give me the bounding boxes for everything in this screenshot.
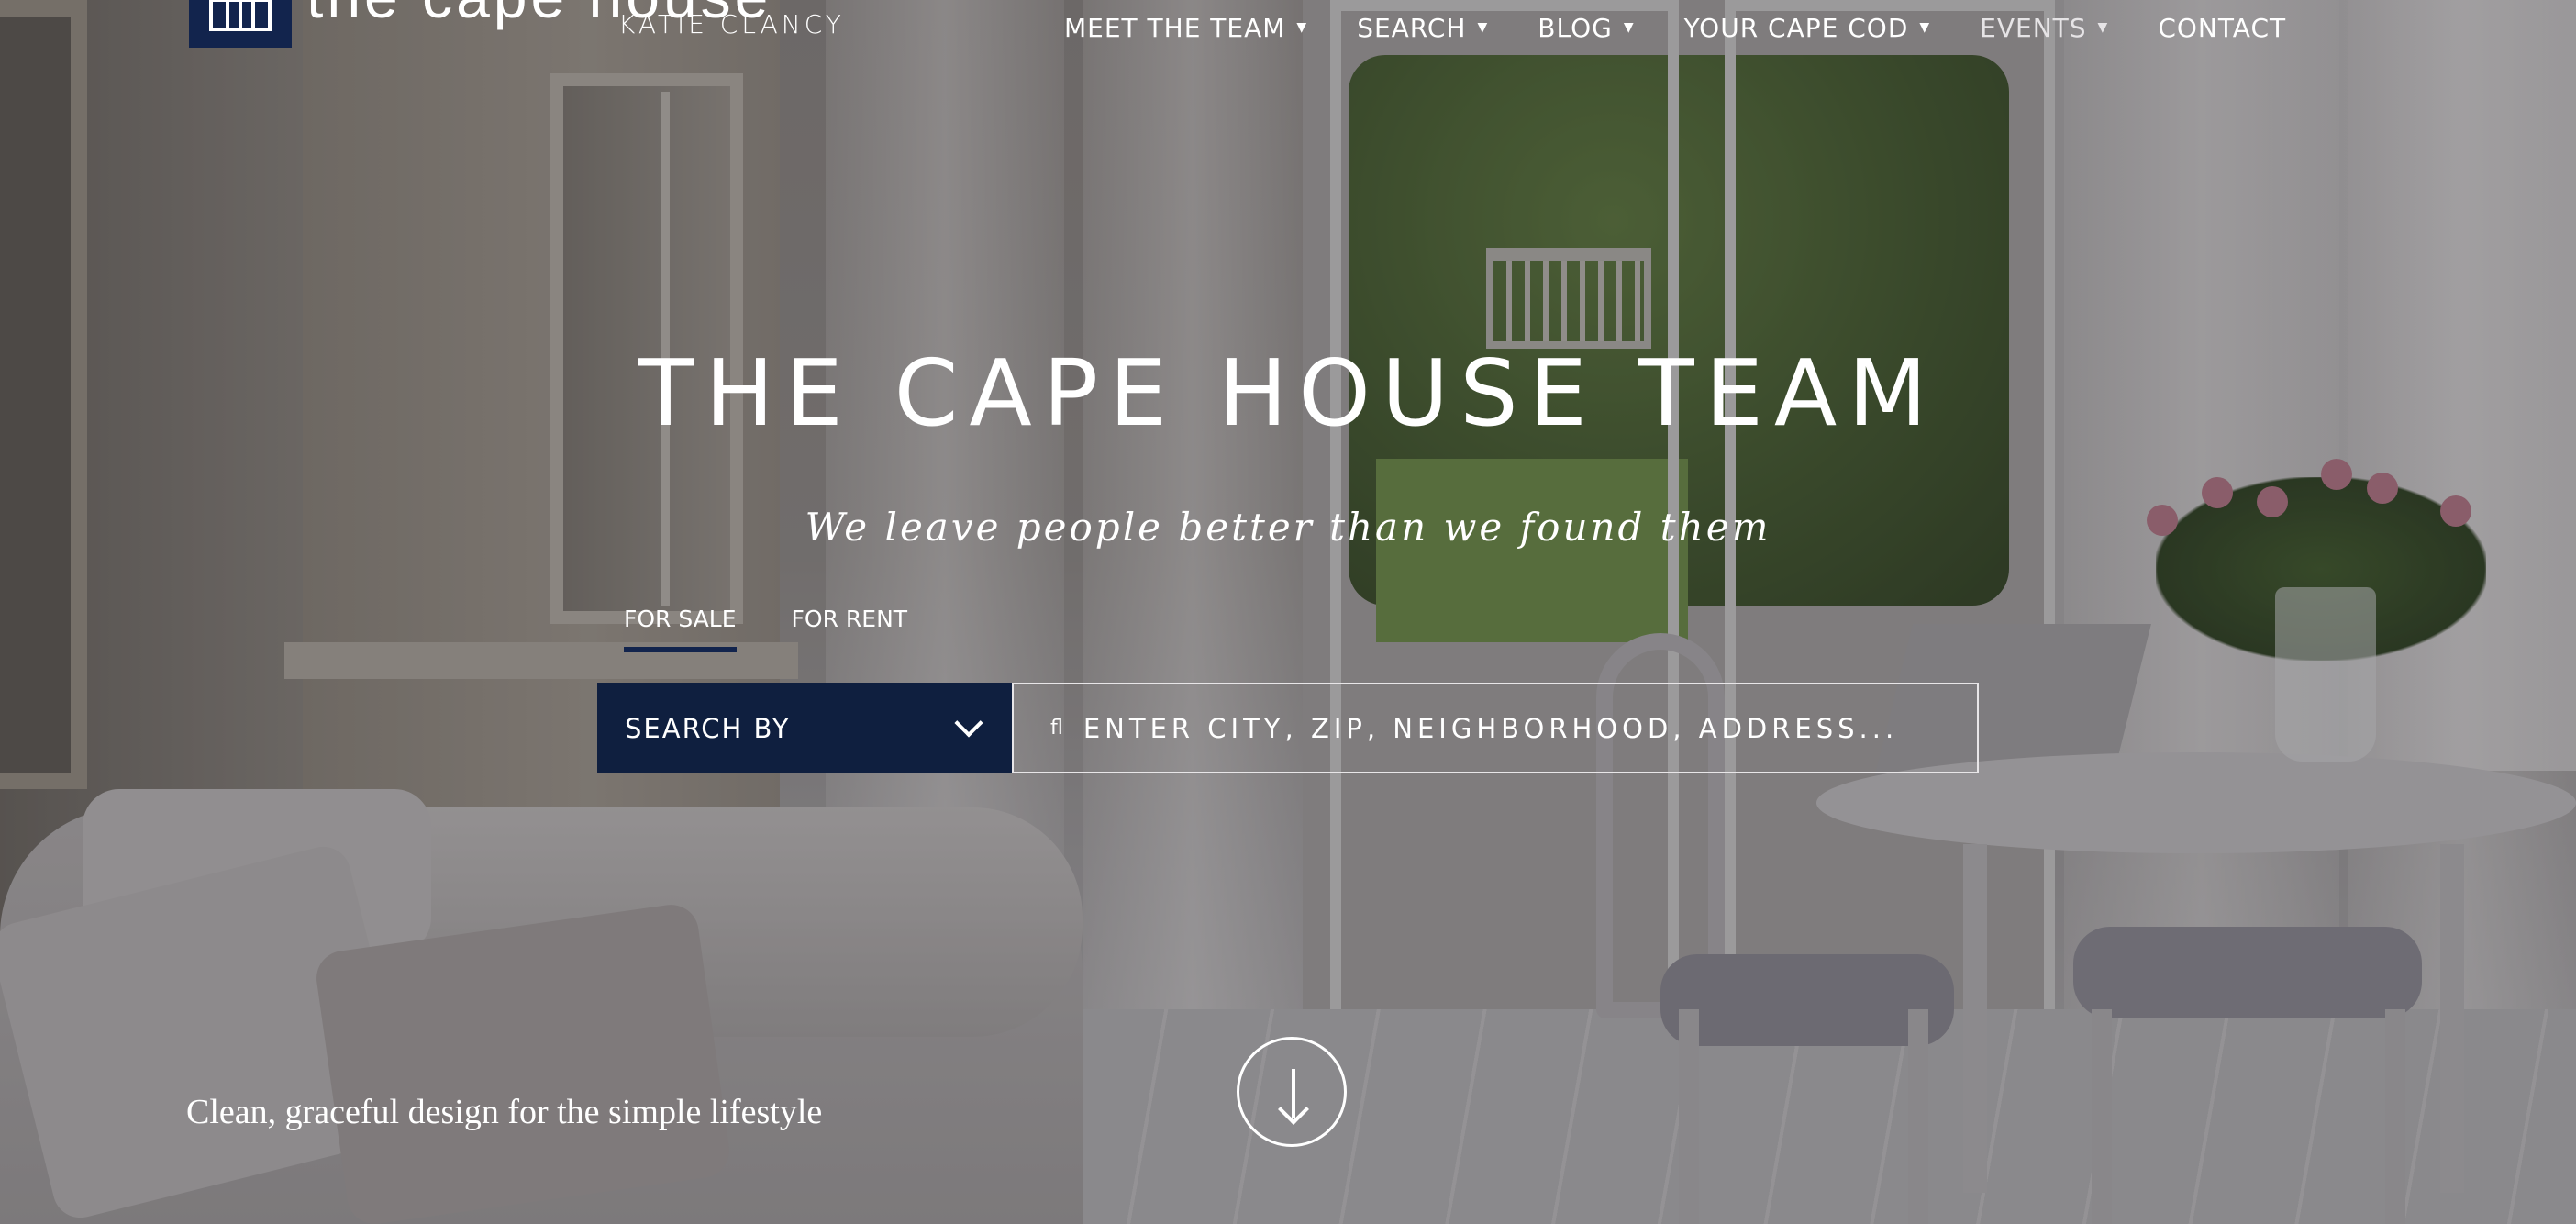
search-icon: ﬂ [1050, 717, 1063, 740]
tab-for-sale[interactable]: FOR SALE [624, 606, 737, 652]
bench-icon [209, 0, 272, 31]
caret-down-icon: ▼ [1477, 20, 1489, 35]
search-field[interactable]: ﬂ [1012, 683, 1979, 773]
nav-item-label: SEARCH [1357, 12, 1467, 43]
search-tabs: FOR SALE FOR RENT [624, 606, 962, 652]
nav-item-events[interactable]: EVENTS ▼ [1980, 13, 2108, 43]
logo-link[interactable] [189, 0, 292, 48]
nav-item-blog[interactable]: BLOG ▼ [1538, 13, 1634, 43]
nav-item-contact[interactable]: CONTACT [2158, 13, 2286, 43]
main-nav: MEET THE TEAM ▼ SEARCH ▼ BLOG ▼ YOUR CAP… [1064, 9, 2286, 46]
chevron-down-icon [954, 707, 983, 738]
footer-tagline: Clean, graceful design for the simple li… [186, 1093, 823, 1131]
search-by-label: SEARCH BY [625, 712, 791, 744]
tab-for-rent[interactable]: FOR RENT [792, 606, 908, 652]
caret-down-icon: ▼ [1296, 20, 1308, 35]
nav-item-search[interactable]: SEARCH ▼ [1357, 13, 1488, 43]
search-input[interactable] [1083, 712, 1909, 744]
nav-item-label: EVENTS [1980, 12, 2087, 43]
caret-down-icon: ▼ [1919, 20, 1931, 35]
hero-title: THE CAPE HOUSE TEAM [638, 339, 1938, 447]
hero-tagline: We leave people better than we found the… [805, 505, 1771, 550]
nav-item-your-cape-cod[interactable]: YOUR CAPE COD ▼ [1684, 13, 1931, 43]
caret-down-icon: ▼ [2097, 20, 2109, 35]
nav-item-meet-the-team[interactable]: MEET THE TEAM ▼ [1064, 13, 1307, 43]
scroll-down-button[interactable] [1237, 1037, 1347, 1147]
nav-item-label: YOUR CAPE COD [1683, 12, 1909, 43]
nav-item-label: BLOG [1538, 12, 1613, 43]
arrow-down-icon-head [1278, 1094, 1309, 1125]
search-by-dropdown[interactable]: SEARCH BY [597, 683, 1012, 773]
logo-subtitle: KATIE CLANCY [618, 9, 845, 39]
nav-item-label: MEET THE TEAM [1064, 12, 1286, 43]
nav-item-label: CONTACT [2158, 12, 2287, 43]
caret-down-icon: ▼ [1623, 20, 1635, 35]
